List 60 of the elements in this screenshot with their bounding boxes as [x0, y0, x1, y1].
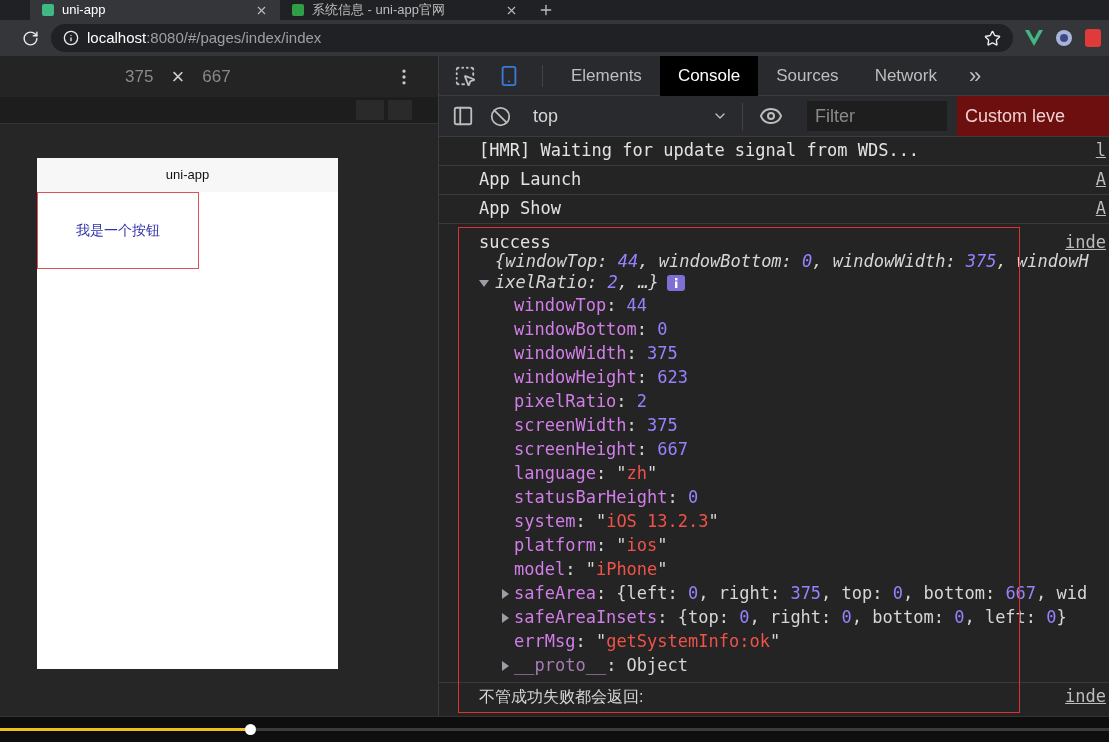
- console-message: 不管成功失败都会返回:: [479, 687, 645, 707]
- devtools-tab[interactable]: Network: [856, 55, 955, 96]
- address-bar[interactable]: localhost:8080/#/pages/index/index: [51, 24, 1013, 52]
- sidebar-toggle-icon[interactable]: [452, 105, 474, 127]
- source-link[interactable]: l: [1095, 138, 1106, 164]
- context-select[interactable]: top: [533, 102, 743, 130]
- console-message: App Launch: [479, 168, 583, 192]
- property-line: language: "zh": [514, 462, 658, 486]
- property-line: system: "iOS 13.2.3": [514, 510, 719, 534]
- filter-field[interactable]: Filter: [807, 101, 947, 131]
- browser-tab[interactable]: 系统信息 - uni-app官网: [280, 0, 530, 20]
- disclosure-triangle-icon[interactable]: [500, 613, 510, 623]
- source-link[interactable]: A: [1095, 196, 1106, 222]
- browser-tab[interactable]: uni-app: [30, 0, 280, 20]
- devtools-tab[interactable]: Console: [659, 55, 759, 96]
- property-line: errMsg: "getSystemInfo:ok": [514, 630, 781, 654]
- console-message: App Show: [479, 197, 562, 221]
- info-badge-icon[interactable]: [666, 274, 685, 291]
- page-button[interactable]: 我是一个按钮: [37, 192, 199, 269]
- reload-icon[interactable]: [22, 29, 39, 47]
- property-line: windowTop: 44: [514, 294, 648, 318]
- property-line: platform: "ios": [514, 534, 668, 558]
- inspect-icon[interactable]: [454, 64, 476, 87]
- devtools-tab[interactable]: Sources: [758, 55, 857, 96]
- property-line: statusBarHeight: 0: [514, 486, 699, 510]
- tab-favicon-icon: [42, 4, 54, 16]
- clear-console-icon[interactable]: [490, 105, 511, 127]
- property-line: model: "iPhone": [514, 558, 668, 582]
- nav-title: uni-app: [165, 166, 210, 185]
- console-message: success: [479, 230, 552, 253]
- tab-favicon-icon: [292, 4, 304, 16]
- property-line: screenWidth: 375: [514, 414, 678, 438]
- object-summary: ixelRatio: 2, …}: [495, 271, 659, 294]
- disclosure-triangle-icon[interactable]: [500, 589, 510, 599]
- property-line: screenHeight: 667: [514, 438, 689, 462]
- property-line: __proto__: Object: [514, 654, 688, 678]
- source-link[interactable]: inde: [1065, 684, 1106, 710]
- source-link[interactable]: A: [1095, 167, 1106, 193]
- log-levels-dropdown[interactable]: Custom leve: [957, 96, 1109, 136]
- bookmark-star-icon[interactable]: [984, 29, 1001, 47]
- property-line: pixelRatio: 2: [514, 390, 648, 414]
- console-message: [HMR] Waiting for update signal from WDS...: [479, 139, 921, 163]
- disclosure-triangle-icon[interactable]: [479, 278, 489, 288]
- info-icon[interactable]: [63, 30, 79, 46]
- device-width[interactable]: 375: [125, 63, 154, 90]
- property-line: windowBottom: 0: [514, 318, 668, 342]
- devtools-tab[interactable]: Elements: [553, 55, 660, 96]
- vue-extension-icon[interactable]: [1025, 30, 1043, 46]
- new-tab-icon[interactable]: [538, 2, 554, 18]
- property-line: windowHeight: 623: [514, 366, 689, 390]
- progress-handle[interactable]: [244, 724, 256, 735]
- extension-icon[interactable]: [1055, 29, 1073, 47]
- more-tabs-chevron[interactable]: »: [969, 59, 982, 92]
- url-text: localhost:8080/#/pages/index/index: [87, 27, 322, 48]
- dimension-separator: ×: [171, 63, 185, 91]
- tab-title: uni-app: [62, 2, 107, 18]
- disclosure-triangle-icon[interactable]: [500, 661, 510, 671]
- tab-title: 系统信息 - uni-app官网: [312, 2, 446, 18]
- device-height[interactable]: 667: [202, 63, 231, 90]
- property-line: windowWidth: 375: [514, 342, 678, 366]
